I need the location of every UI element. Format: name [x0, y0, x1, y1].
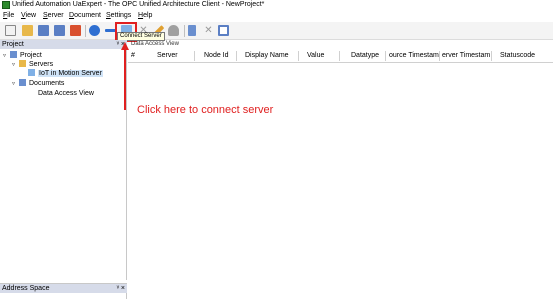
project-panel-header: Project ᵛ × [0, 40, 127, 49]
annotation-text: Click here to connect server [137, 104, 274, 116]
column-header-source-timestamp[interactable]: ource Timestam [389, 52, 439, 59]
open-project-icon[interactable] [22, 25, 33, 36]
server-icon [28, 69, 35, 76]
tab-data-access-view[interactable]: Data Access View [131, 40, 179, 48]
document-icon[interactable] [188, 25, 196, 36]
window-icon[interactable] [218, 25, 229, 36]
column-separator[interactable] [194, 51, 195, 61]
menu-view-rest: iew [25, 12, 37, 19]
column-header-server-timestamp[interactable]: erver Timestam [442, 52, 490, 59]
toolbar-separator [184, 25, 185, 37]
menu-bar: File View Server Document Settings Help [0, 11, 553, 22]
save-as-icon[interactable] [54, 25, 65, 36]
tree-item-data-access-view[interactable]: Data Access View [21, 89, 94, 98]
toolbar: ✕ ✕ [0, 22, 553, 40]
tree-item-label: IoT in Motion Server [38, 70, 103, 77]
tree-item-documents[interactable]: ▿ Documents [12, 79, 64, 88]
column-separator[interactable] [298, 51, 299, 61]
add-server-icon[interactable] [89, 25, 100, 36]
column-separator[interactable] [491, 51, 492, 61]
project-icon [10, 51, 17, 58]
menu-settings-rest: ettings [110, 12, 132, 19]
expand-arrow-icon[interactable]: ▿ [3, 52, 10, 61]
column-separator[interactable] [236, 51, 237, 61]
menu-view[interactable]: View [21, 12, 36, 19]
address-space-panel: Address Space ᵛ × [0, 283, 127, 299]
column-header-index[interactable]: # [131, 52, 135, 59]
column-separator[interactable] [385, 51, 386, 61]
menu-server-rest: erver [47, 12, 64, 19]
address-space-title: Address Space [2, 285, 50, 292]
menu-file-rest: ile [7, 12, 15, 19]
column-header-value[interactable]: Value [307, 52, 324, 59]
documents-icon [19, 79, 26, 86]
tree-item-iot-server[interactable]: IoT in Motion Server [21, 69, 103, 78]
address-space-header: Address Space ᵛ × [0, 284, 127, 293]
column-header-datatype[interactable]: Datatype [351, 52, 379, 59]
menu-help[interactable]: Help [138, 12, 152, 19]
tree-item-label: Documents [29, 80, 65, 87]
menu-settings[interactable]: Settings [106, 12, 131, 19]
tree-item-label: Project [20, 52, 42, 59]
data-access-column-headers: # Server Node Id Display Name Value Data… [128, 49, 553, 63]
tree-item-label: Data Access View [38, 90, 94, 97]
column-header-server[interactable]: Server [157, 52, 178, 59]
panel-float-close-buttons[interactable]: ᵛ × [117, 284, 125, 293]
document-icon [28, 89, 35, 96]
menu-help-rest: elp [143, 12, 153, 19]
save-project-icon[interactable] [38, 25, 49, 36]
menu-server[interactable]: Server [43, 12, 64, 19]
column-header-statuscode[interactable]: Statuscode [500, 52, 535, 59]
menu-file[interactable]: File [3, 12, 14, 19]
window-title: Unified Automation UaExpert - The OPC Un… [12, 1, 265, 8]
project-panel-title: Project [2, 41, 24, 48]
column-header-display-name[interactable]: Display Name [245, 52, 289, 59]
tree-item-project[interactable]: ▿ Project [3, 51, 42, 60]
column-header-node-id[interactable]: Node Id [204, 52, 229, 59]
preferences-icon[interactable] [70, 25, 81, 36]
panel-float-close-buttons[interactable]: ᵛ × [117, 40, 125, 49]
folder-icon [19, 60, 26, 67]
project-panel: Project ᵛ × ▿ Project ▿ Servers IoT in Mot… [0, 40, 127, 280]
toolbar-separator [85, 25, 86, 37]
tree-item-servers[interactable]: ▿ Servers [12, 60, 53, 69]
delete-document-icon[interactable]: ✕ [203, 25, 214, 36]
tree-item-label: Servers [29, 61, 54, 68]
app-logo-icon [2, 1, 10, 9]
column-separator[interactable] [439, 51, 440, 61]
user-icon[interactable] [168, 25, 179, 36]
new-project-icon[interactable] [5, 25, 16, 36]
menu-document-rest: ocument [74, 12, 101, 19]
expand-arrow-icon[interactable]: ▿ [12, 80, 19, 89]
title-bar: Unified Automation UaExpert - The OPC Un… [0, 0, 553, 11]
menu-document[interactable]: Document [69, 12, 101, 19]
expand-arrow-icon[interactable]: ▿ [12, 61, 19, 70]
column-separator[interactable] [339, 51, 340, 61]
